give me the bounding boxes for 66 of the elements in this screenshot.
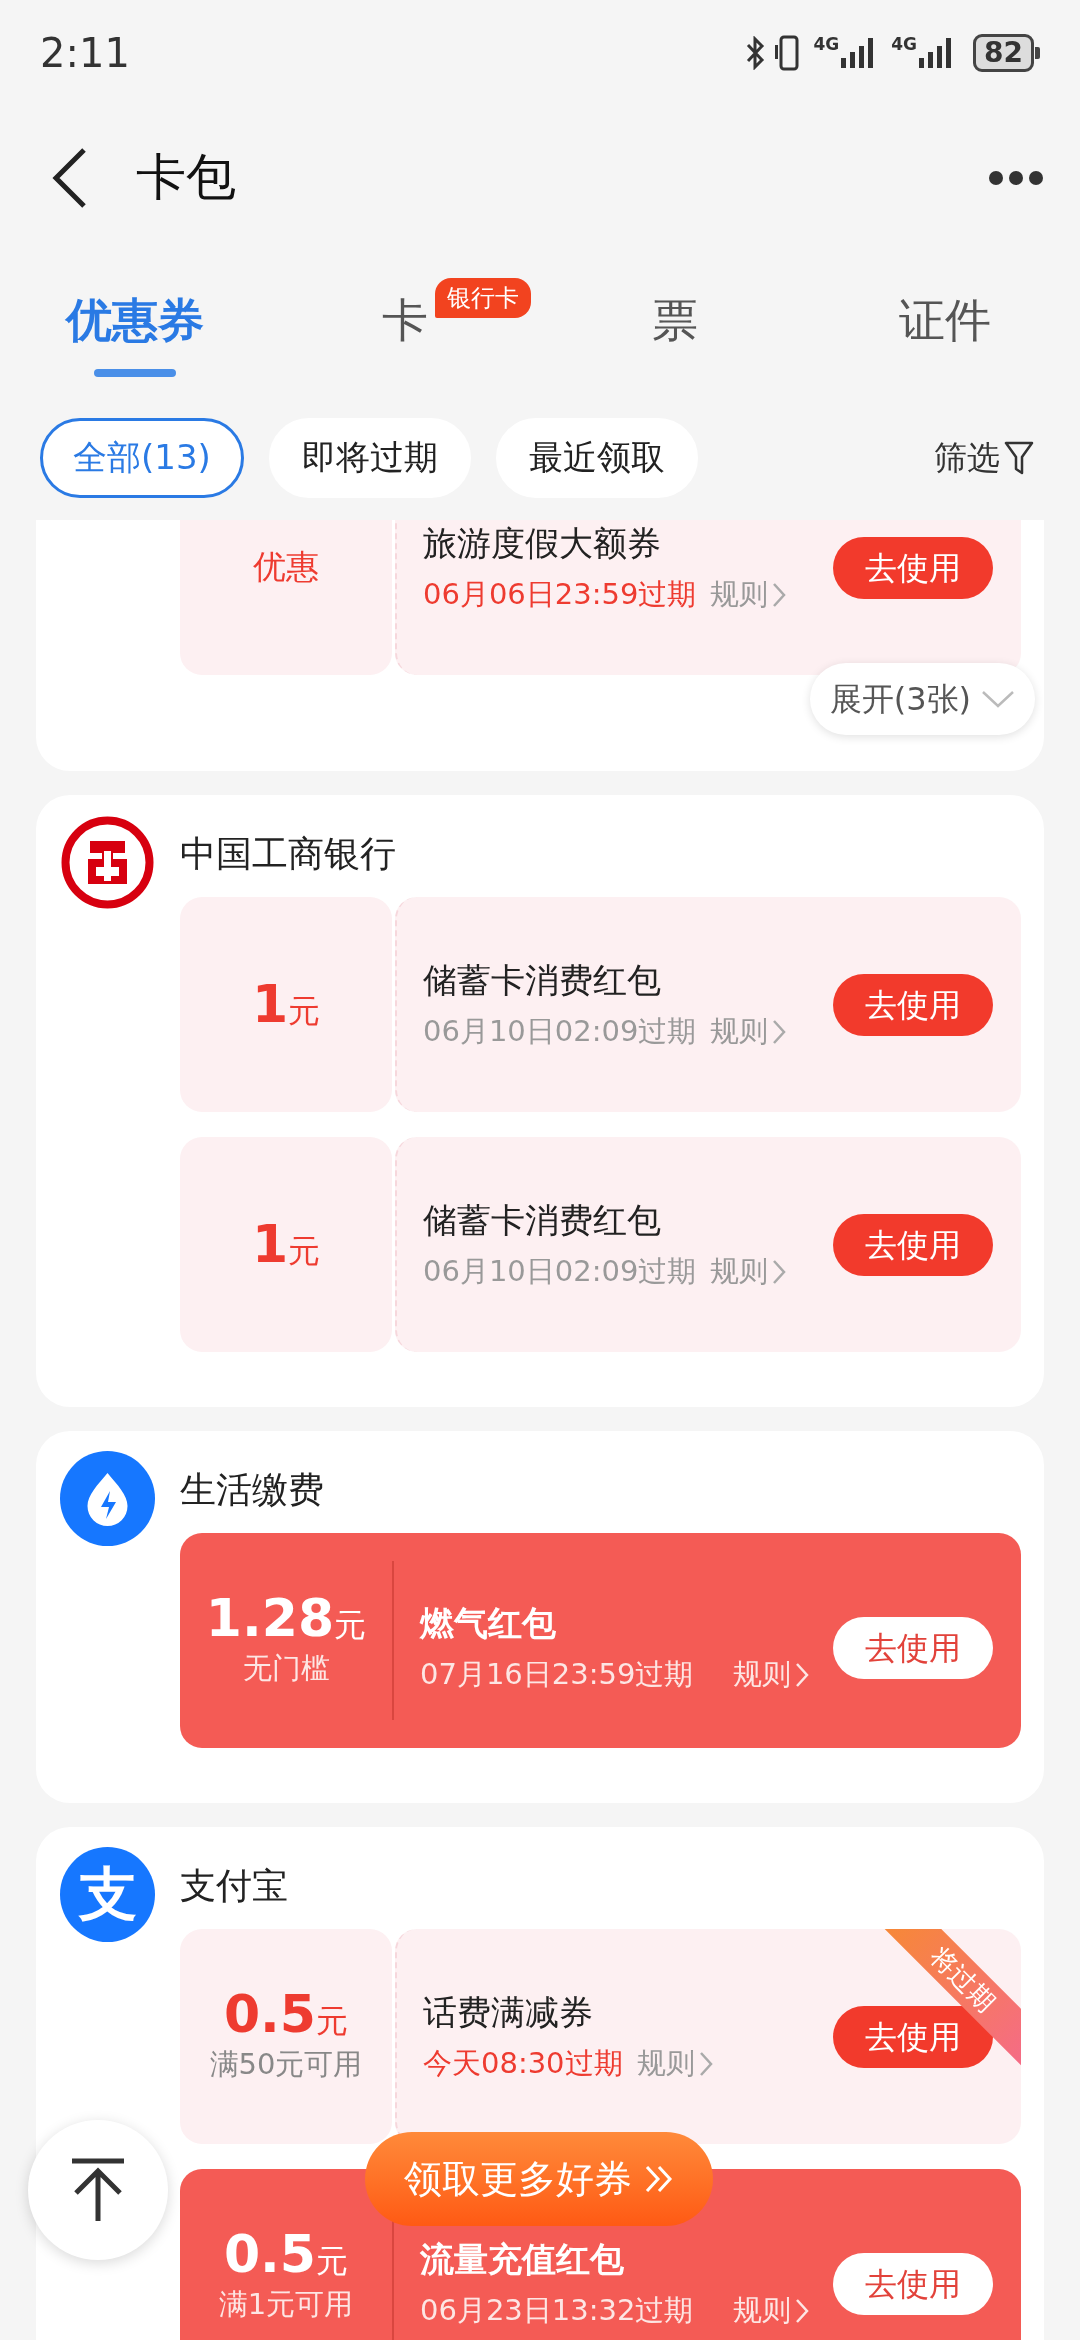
expiry-date: 06月10日02:09过期 — [423, 1253, 697, 1291]
use-button[interactable]: 去使用 — [833, 1213, 993, 1276]
use-button[interactable]: 去使用 — [833, 2252, 993, 2315]
coupon-title: 储蓄卡消费红包 — [423, 959, 662, 1003]
expiry-date: 06月10日02:09过期 — [423, 1013, 697, 1051]
group-title: 中国工商银行 — [180, 832, 397, 876]
group-title: 支付宝 — [180, 1864, 289, 1908]
group-title: 生活缴费 — [180, 1468, 325, 1512]
lightning-drop-icon — [60, 1451, 155, 1546]
use-button[interactable]: 去使用 — [833, 536, 993, 599]
vibrate-icon — [775, 34, 802, 71]
expiry-date: 今天08:30过期 — [423, 2045, 623, 2083]
expiry-date: 06月23日13:32过期 — [420, 2292, 694, 2330]
coupon-amount: 1元 — [251, 975, 321, 1034]
coupon-amount: 0.5元 — [223, 1986, 349, 2044]
more-icon — [988, 169, 1044, 186]
rules-link[interactable]: 规则 — [710, 573, 787, 617]
clock-time: 2:11 — [40, 28, 130, 78]
coupon-condition: 满1元可用 — [218, 2286, 354, 2324]
tab[interactable]: 票 — [540, 250, 810, 400]
coupon-title: 旅游度假大额券 — [423, 522, 662, 566]
tab-badge: 银行卡 — [435, 278, 531, 318]
coupon-title: 流量充值红包 — [420, 2238, 625, 2282]
chevron-down-icon — [981, 689, 1015, 709]
expand-button[interactable]: 展开(3张) — [809, 663, 1035, 735]
use-button[interactable]: 去使用 — [833, 973, 993, 1036]
coupon-title: 燃气红包 — [420, 1602, 557, 1646]
coupon-amount: 1.28元 — [205, 1590, 367, 1648]
chevron-right-icon — [698, 2051, 713, 2077]
expiry-date: 07月16日23:59过期 — [420, 1656, 694, 1694]
chevron-right-icon — [772, 1259, 787, 1285]
more-coupons-button[interactable]: 领取更多好券 — [365, 2132, 713, 2226]
app-logo: 支 — [60, 1847, 155, 1942]
rules-link[interactable]: 规则 — [710, 1250, 787, 1294]
chevron-right-icon — [772, 1019, 787, 1045]
filter-chip[interactable]: 全部(13) — [40, 417, 244, 498]
rules-link[interactable]: 规则 — [733, 1653, 810, 1697]
chevron-right-icon — [795, 2298, 810, 2324]
filter-chip[interactable]: 最近领取 — [495, 417, 698, 498]
coupon-condition: 无门槛 — [242, 1650, 330, 1688]
filter-icon — [1004, 439, 1034, 476]
more-button[interactable] — [988, 169, 1044, 186]
filter-chip[interactable]: 即将过期 — [268, 417, 471, 498]
coupon-condition: 满50元可用 — [209, 2046, 363, 2084]
coupon-amount: 优惠 — [253, 549, 319, 586]
coupon-title: 储蓄卡消费红包 — [423, 1199, 662, 1243]
network-label: 4G — [891, 35, 918, 53]
page-title: 卡包 — [136, 147, 236, 208]
tab[interactable]: 卡 银行卡 — [270, 250, 540, 400]
coupon-amount: 1元 — [251, 1215, 321, 1274]
chevron-right-icon — [772, 582, 787, 608]
tab[interactable]: 证件 — [810, 250, 1080, 400]
double-chevron-icon — [644, 2164, 674, 2194]
coupon-title: 话费满减券 — [423, 1991, 594, 2035]
rules-link[interactable]: 规则 — [636, 2042, 713, 2086]
tab[interactable]: 优惠券 — [0, 250, 270, 400]
use-button[interactable]: 去使用 — [833, 1616, 993, 1679]
rules-link[interactable]: 规则 — [710, 1010, 787, 1054]
filter-button[interactable]: 筛选 — [928, 431, 1040, 484]
bank-logo-icon — [60, 815, 155, 910]
chevron-right-icon — [795, 1662, 810, 1688]
battery-indicator: 82 — [973, 33, 1040, 72]
rules-link[interactable]: 规则 — [733, 2289, 810, 2333]
expiry-date: 06月06日23:59过期 — [423, 576, 697, 614]
network-label: 4G — [813, 35, 840, 53]
coupon-amount: 0.5元 — [223, 2226, 349, 2284]
